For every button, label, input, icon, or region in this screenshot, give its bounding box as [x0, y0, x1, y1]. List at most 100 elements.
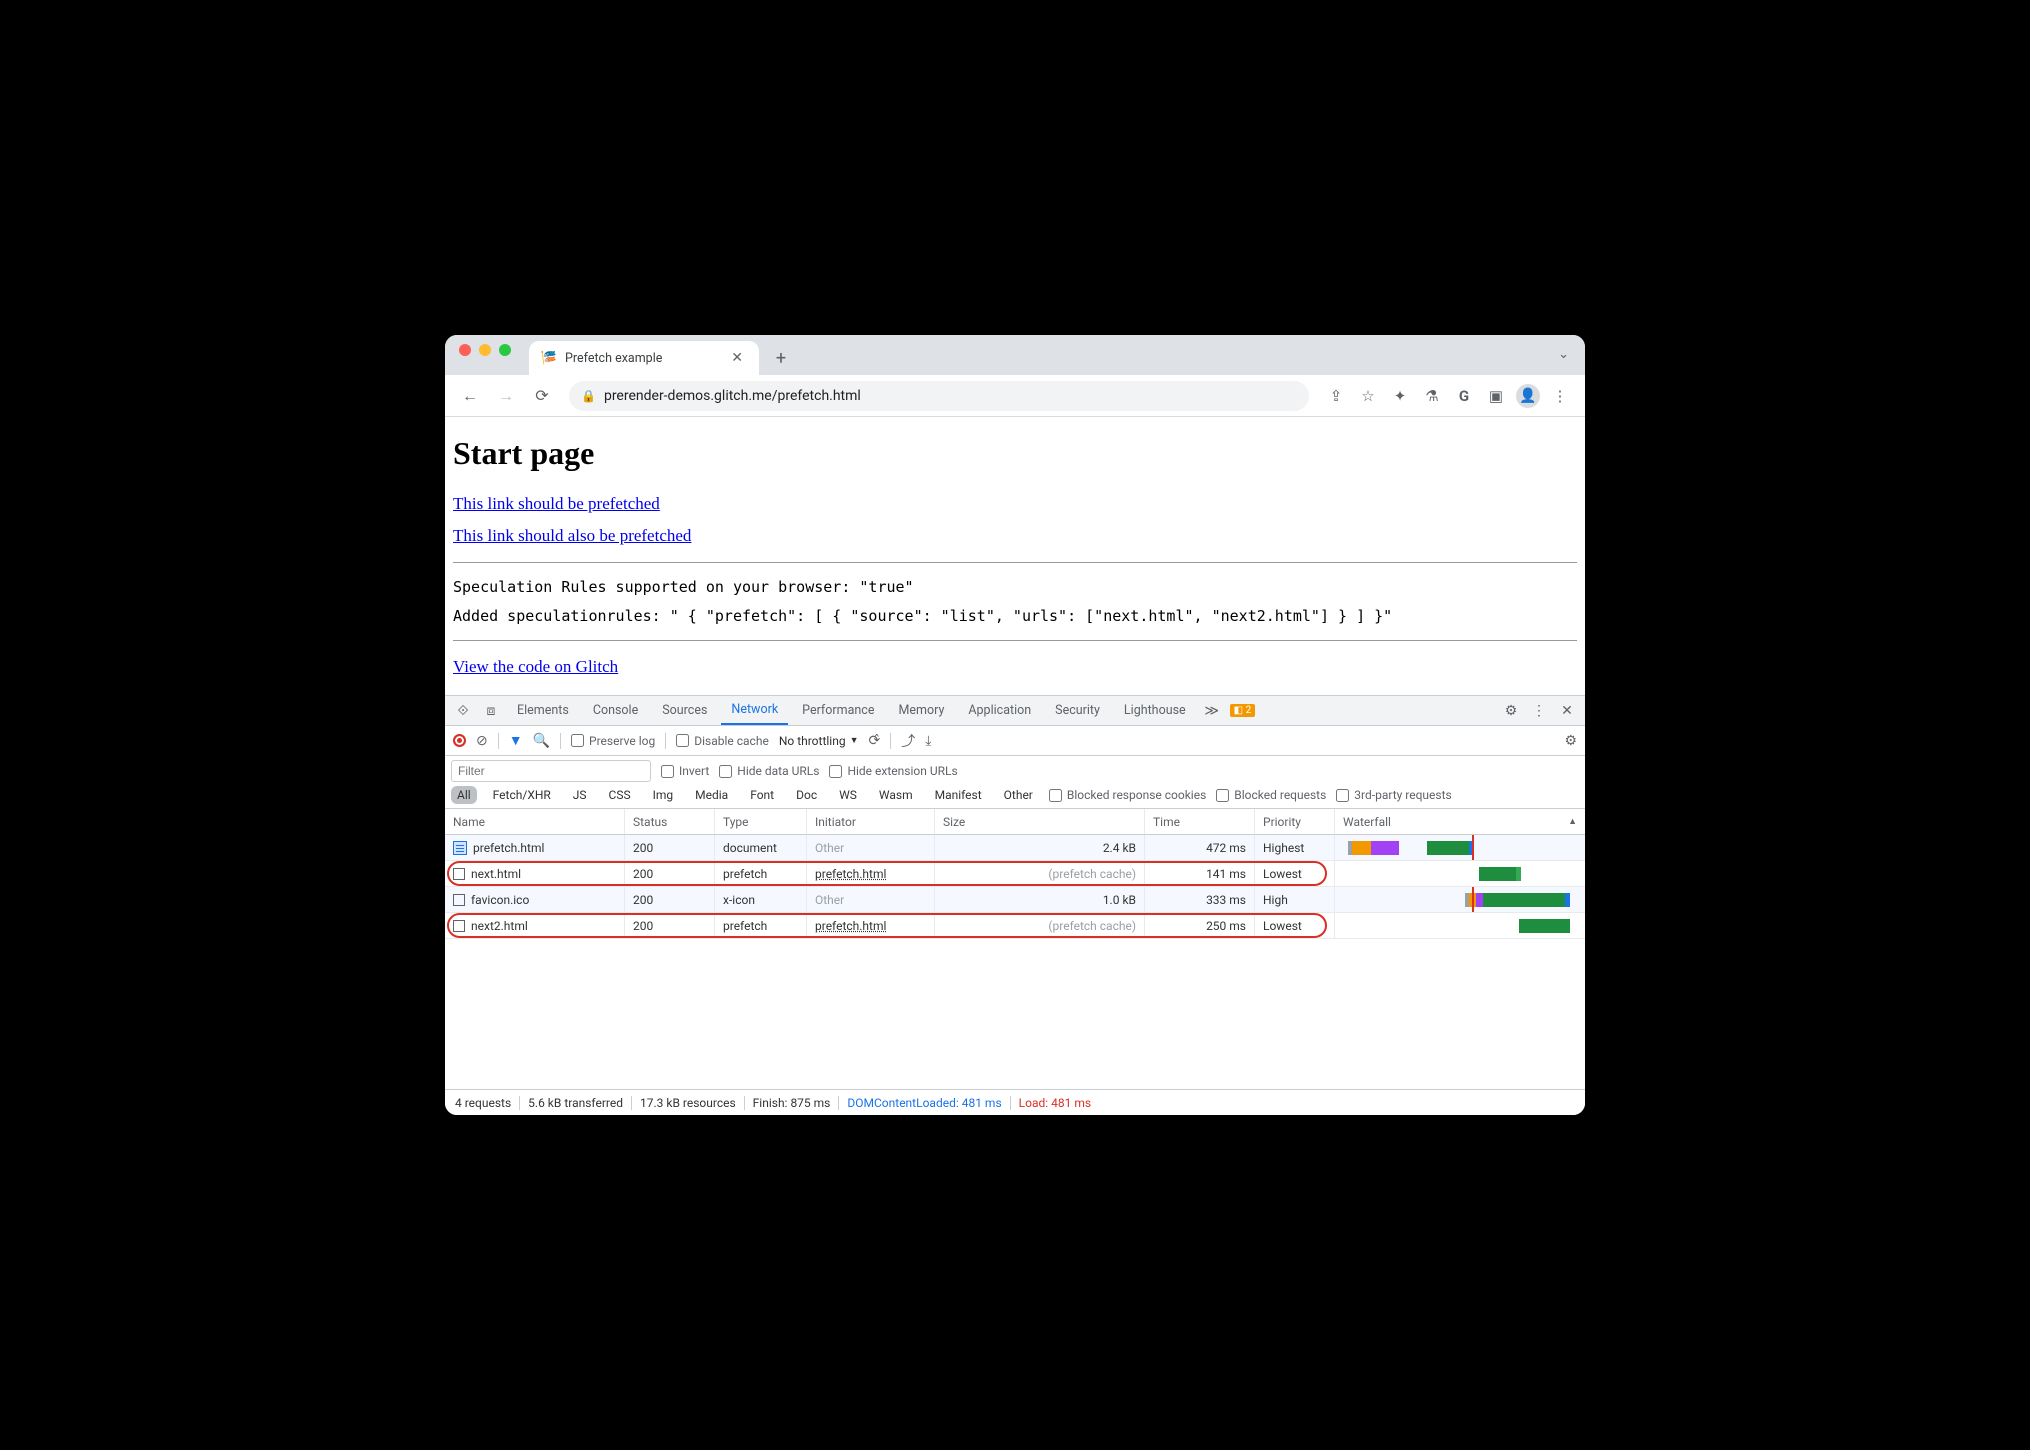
spec-rules-text: Added speculationrules: " { "prefetch": …: [453, 602, 1577, 631]
row-initiator[interactable]: prefetch.html: [807, 913, 935, 938]
device-toggle-icon[interactable]: ⧈: [479, 703, 503, 719]
devtools-menu-icon[interactable]: ⋮: [1527, 703, 1551, 719]
sb-resources: 17.3 kB resources: [640, 1096, 736, 1110]
menu-icon[interactable]: ⋮: [1545, 381, 1575, 411]
filter-type-css[interactable]: CSS: [603, 786, 637, 804]
devtools-settings-icon[interactable]: ⚙: [1499, 703, 1523, 719]
window-minimize-button[interactable]: [479, 344, 491, 356]
blocked-requests-checkbox[interactable]: Blocked requests: [1216, 788, 1326, 802]
row-initiator[interactable]: Other: [807, 887, 935, 912]
bookmark-star-icon[interactable]: ☆: [1353, 381, 1383, 411]
record-button[interactable]: [453, 734, 466, 747]
filter-type-manifest[interactable]: Manifest: [929, 786, 988, 804]
tab-sources[interactable]: Sources: [652, 696, 717, 725]
col-name[interactable]: Name: [445, 809, 625, 834]
clear-icon[interactable]: ⊘: [476, 733, 488, 749]
row-initiator[interactable]: prefetch.html: [807, 861, 935, 886]
network-conditions-icon[interactable]: ⟳̂: [869, 733, 881, 749]
row-status: 200: [625, 913, 715, 938]
filter-type-media[interactable]: Media: [689, 786, 734, 804]
tab-lighthouse[interactable]: Lighthouse: [1114, 696, 1196, 725]
download-har-icon[interactable]: ⤓: [925, 733, 931, 749]
devtools-tabstrip: ⟐ ⧈ Elements Console Sources Network Per…: [445, 696, 1585, 726]
filter-toggle-icon[interactable]: ▼: [509, 732, 523, 749]
table-row[interactable]: next2.html 200 prefetch prefetch.html (p…: [445, 913, 1585, 939]
window-maximize-button[interactable]: [499, 344, 511, 356]
more-tabs-icon[interactable]: ≫: [1200, 703, 1224, 719]
upload-har-icon[interactable]: ⤴: [901, 731, 915, 751]
extensions-icon[interactable]: ✦: [1385, 381, 1415, 411]
col-time[interactable]: Time: [1145, 809, 1255, 834]
network-toolbar: ⊘ ▼ 🔍 Preserve log Disable cache No thro…: [445, 726, 1585, 756]
prefetch-link-2[interactable]: This link should also be prefetched: [453, 526, 691, 546]
network-settings-icon[interactable]: ⚙: [1564, 733, 1577, 749]
filter-type-ws[interactable]: WS: [833, 786, 863, 804]
page-heading: Start page: [453, 435, 1577, 472]
col-waterfall[interactable]: Waterfall▲: [1335, 809, 1585, 834]
prefetch-link-1[interactable]: This link should be prefetched: [453, 494, 660, 514]
tab-elements[interactable]: Elements: [507, 696, 579, 725]
resource-icon: [453, 894, 465, 906]
filter-type-img[interactable]: Img: [647, 786, 680, 804]
new-tab-button[interactable]: +: [767, 344, 795, 372]
google-icon[interactable]: G: [1449, 381, 1479, 411]
share-icon[interactable]: ⇪: [1321, 381, 1351, 411]
preserve-log-checkbox[interactable]: Preserve log: [571, 734, 655, 748]
row-priority: High: [1255, 887, 1335, 912]
hide-extension-urls-checkbox[interactable]: Hide extension URLs: [829, 764, 957, 778]
tab-performance[interactable]: Performance: [792, 696, 884, 725]
window-close-button[interactable]: [459, 344, 471, 356]
row-type: document: [715, 835, 807, 860]
back-button[interactable]: ←: [455, 381, 485, 411]
tab-title: Prefetch example: [565, 351, 662, 366]
inspect-icon[interactable]: ⟐: [451, 703, 475, 719]
glitch-link[interactable]: View the code on Glitch: [453, 657, 618, 677]
blocked-cookies-checkbox[interactable]: Blocked response cookies: [1049, 788, 1206, 802]
search-icon[interactable]: 🔍: [533, 733, 550, 749]
table-row[interactable]: favicon.ico 200 x-icon Other 1.0 kB 333 …: [445, 887, 1585, 913]
throttling-select[interactable]: No throttling ▼: [779, 734, 859, 748]
col-size[interactable]: Size: [935, 809, 1145, 834]
filter-type-wasm[interactable]: Wasm: [873, 786, 919, 804]
col-status[interactable]: Status: [625, 809, 715, 834]
third-party-checkbox[interactable]: 3rd-party requests: [1336, 788, 1451, 802]
table-row[interactable]: next.html 200 prefetch prefetch.html (pr…: [445, 861, 1585, 887]
invert-checkbox[interactable]: Invert: [661, 764, 709, 778]
reload-button[interactable]: ⟳: [527, 381, 557, 411]
table-row[interactable]: prefetch.html 200 document Other 2.4 kB …: [445, 835, 1585, 861]
filter-type-font[interactable]: Font: [744, 786, 780, 804]
spec-support-text: Speculation Rules supported on your brow…: [453, 573, 1577, 602]
labs-icon[interactable]: ⚗: [1417, 381, 1447, 411]
warnings-badge[interactable]: ◧ 2: [1230, 704, 1256, 717]
tab-security[interactable]: Security: [1045, 696, 1110, 725]
divider: [453, 562, 1577, 563]
tab-application[interactable]: Application: [958, 696, 1041, 725]
row-name: prefetch.html: [473, 841, 544, 855]
address-bar[interactable]: 🔒 prerender-demos.glitch.me/prefetch.htm…: [569, 381, 1309, 411]
devtools-status-bar: 4 requests 5.6 kB transferred 17.3 kB re…: [445, 1089, 1585, 1115]
tab-console[interactable]: Console: [583, 696, 648, 725]
tabs-overflow-button[interactable]: ⌄: [1558, 347, 1569, 362]
filter-input[interactable]: [451, 760, 651, 782]
col-initiator[interactable]: Initiator: [807, 809, 935, 834]
filter-type-all[interactable]: All: [451, 786, 477, 804]
col-type[interactable]: Type: [715, 809, 807, 834]
disable-cache-checkbox[interactable]: Disable cache: [676, 734, 769, 748]
row-initiator[interactable]: Other: [807, 835, 935, 860]
tab-memory[interactable]: Memory: [888, 696, 954, 725]
tab-close-button[interactable]: ✕: [727, 348, 747, 368]
filter-type-js[interactable]: JS: [567, 786, 593, 804]
filter-type-doc[interactable]: Doc: [790, 786, 823, 804]
forward-button[interactable]: →: [491, 381, 521, 411]
browser-tab[interactable]: 🎏 Prefetch example ✕: [529, 341, 759, 375]
sidepanel-icon[interactable]: ▣: [1481, 381, 1511, 411]
col-priority[interactable]: Priority: [1255, 809, 1335, 834]
hide-data-urls-checkbox[interactable]: Hide data URLs: [719, 764, 819, 778]
table-header: Name Status Type Initiator Size Time Pri…: [445, 809, 1585, 835]
filter-type-other[interactable]: Other: [998, 786, 1039, 804]
filter-type-fetch[interactable]: Fetch/XHR: [487, 786, 557, 804]
devtools-close-icon[interactable]: ✕: [1555, 703, 1579, 719]
tab-network[interactable]: Network: [721, 696, 788, 725]
profile-avatar[interactable]: 👤: [1513, 381, 1543, 411]
row-name: favicon.ico: [471, 893, 529, 907]
